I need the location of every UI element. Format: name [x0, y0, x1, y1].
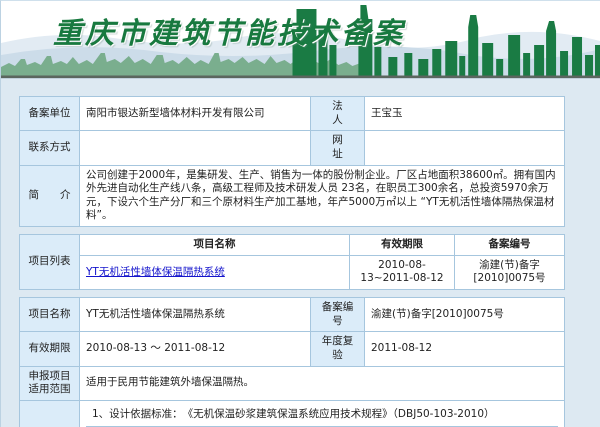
- table-row: 申报项目 适用范围 适用于民用节能建筑外墙保温隔热。: [20, 366, 565, 400]
- annual-recheck-value: 2011-08-12: [365, 332, 565, 366]
- project-list-label: 项目列表: [20, 235, 80, 290]
- annual-recheck-label: 年度复验: [311, 332, 365, 366]
- column-header-filing-number: 备案编号: [455, 235, 565, 256]
- page-title: 重庆市建筑节能技术备案: [53, 10, 405, 52]
- scope-value: 适用于民用节能建筑外墙保温隔热。: [80, 366, 565, 400]
- table-row: 简 介 公司创建于2000年，是集研发、生产、销售为一体的股份制企业。厂区占地面…: [20, 165, 565, 227]
- project-name-value: YT无机活性墙体保温隔热系统: [80, 298, 311, 332]
- company-info-table: 备案单位 南阳市银达新型墙体材料开发有限公司 法 人 王宝玉 联系方式 网 址 …: [19, 96, 565, 227]
- column-header-valid-period: 有效期限: [350, 235, 455, 256]
- website-value: [365, 131, 565, 165]
- table-row: YT无机活性墙体保温隔热系统 2010-08-13~2011-08-12 渝建(…: [20, 255, 565, 289]
- standards-cell: 1、设计依据标准： 《无机保温砂浆建筑保温系统应用技术规程》（DBJ50-103…: [80, 400, 565, 427]
- filing-number-value: 渝建(节)备字[2010]0075号: [365, 298, 565, 332]
- table-row: 项目列表 项目名称 有效期限 备案编号: [20, 235, 565, 256]
- valid-period-label: 有效期限: [20, 332, 80, 366]
- project-name-link[interactable]: YT无机活性墙体保温隔热系统: [86, 266, 225, 278]
- project-detail-table: 项目名称 YT无机活性墙体保温隔热系统 备案编号 渝建(节)备字[2010]00…: [19, 297, 565, 427]
- content-area: 备案单位 南阳市银达新型墙体材料开发有限公司 法 人 王宝玉 联系方式 网 址 …: [1, 79, 600, 427]
- filing-number-label: 备案编号: [311, 298, 365, 332]
- page-banner: 重庆市建筑节能技术备案: [1, 1, 600, 79]
- contact-label: 联系方式: [20, 131, 80, 165]
- filing-unit-label: 备案单位: [20, 97, 80, 131]
- project-period-value: 2010-08-13~2011-08-12: [350, 255, 455, 289]
- intro-value: 公司创建于2000年，是集研发、生产、销售为一体的股份制企业。厂区占地面积386…: [80, 165, 565, 227]
- filing-unit-value: 南阳市银达新型墙体材料开发有限公司: [80, 97, 311, 131]
- intro-label: 简 介: [20, 165, 80, 227]
- standard-item-design: 1、设计依据标准： 《无机保温砂浆建筑保温系统应用技术规程》（DBJ50-103…: [86, 404, 558, 427]
- standards-label: 申报项目 执行标准: [20, 400, 80, 427]
- scope-label: 申报项目 适用范围: [20, 366, 80, 400]
- legal-person-label: 法 人: [311, 97, 365, 131]
- table-row: 申报项目 执行标准 1、设计依据标准： 《无机保温砂浆建筑保温系统应用技术规程》…: [20, 400, 565, 427]
- contact-value: [80, 131, 311, 165]
- table-row: 备案单位 南阳市银达新型墙体材料开发有限公司 法 人 王宝玉: [20, 97, 565, 131]
- legal-person-value: 王宝玉: [365, 97, 565, 131]
- project-name-label: 项目名称: [20, 298, 80, 332]
- project-list-table: 项目列表 项目名称 有效期限 备案编号 YT无机活性墙体保温隔热系统 2010-…: [19, 234, 565, 290]
- page-container: 重庆市建筑节能技术备案 备案单位 南阳市银达新型墙体材料开发有限公司 法 人 王…: [0, 0, 600, 427]
- project-number-value: 渝建(节)备字[2010]0075号: [455, 255, 565, 289]
- table-row: 联系方式 网 址: [20, 131, 565, 165]
- valid-period-value: 2010-08-13 ～ 2011-08-12: [80, 332, 311, 366]
- website-label: 网 址: [311, 131, 365, 165]
- table-row: 有效期限 2010-08-13 ～ 2011-08-12 年度复验 2011-0…: [20, 332, 565, 366]
- table-row: 项目名称 YT无机活性墙体保温隔热系统 备案编号 渝建(节)备字[2010]00…: [20, 298, 565, 332]
- column-header-project-name: 项目名称: [80, 235, 350, 256]
